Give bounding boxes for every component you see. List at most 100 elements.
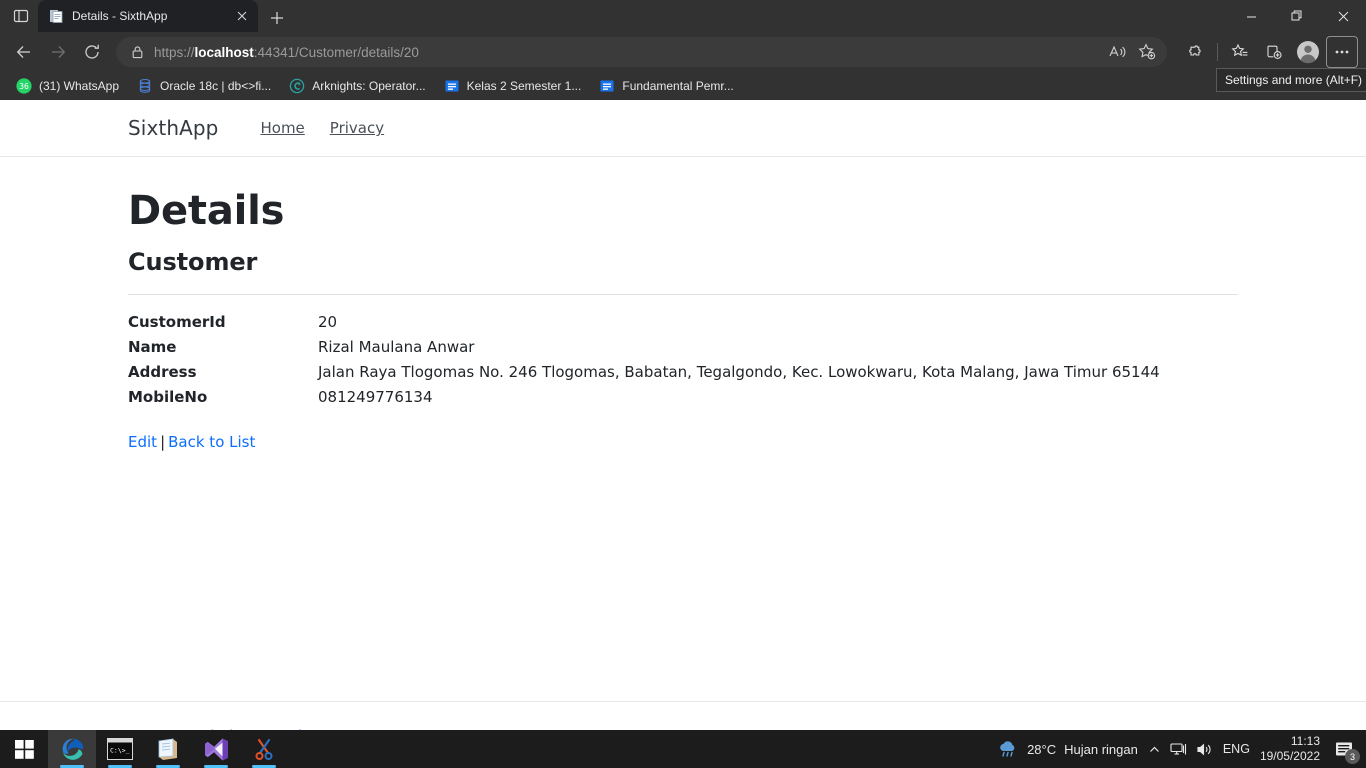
tray-language[interactable]: ENG [1223,742,1250,756]
tab-search-icon[interactable] [4,0,38,32]
notification-center-button[interactable]: 3 [1330,735,1360,764]
browser-tab[interactable]: Details - SixthApp [38,0,258,32]
section-title: Customer [128,248,258,276]
restore-icon[interactable] [1274,0,1320,32]
detail-term: Address [128,363,197,381]
back-to-list-link[interactable]: Back to List [168,433,255,451]
lock-icon[interactable] [128,45,146,59]
google-classroom-icon [444,78,460,94]
url-path: :44341/Customer/details/20 [253,44,419,60]
speaker-icon[interactable] [1196,742,1213,757]
detail-value: 081249776134 [318,388,433,406]
windows-taskbar: C:\>_ 28°C Hujan ringan ENG 11:13 19/05/… [0,730,1366,768]
taskbar-terminal[interactable]: C:\>_ [96,730,144,768]
extensions-puzzle-icon[interactable] [1179,36,1211,68]
site-footer: © 2022 - SixthApp - Privacy [0,701,1366,730]
page-container: Details Customer CustomerId 20 Name Riza… [0,188,1366,451]
taskbar-snipping-tool[interactable] [240,730,288,768]
detail-row-name: Name Rizal Maulana Anwar [128,338,1238,356]
visual-studio-icon [204,737,229,762]
bookmark-label: (31) WhatsApp [39,79,120,93]
arknights-icon [289,78,305,94]
notepad-icon [156,737,180,761]
new-tab-button[interactable] [262,4,292,32]
network-ethernet-icon[interactable] [1170,742,1187,757]
url-scheme: https:// [154,44,195,60]
notification-badge: 3 [1345,749,1360,764]
read-aloud-icon[interactable] [1103,39,1131,65]
toolbar-divider [1217,43,1218,61]
snipping-tool-icon [252,737,276,761]
edit-link[interactable]: Edit [128,433,157,451]
nav-link-home[interactable]: Home [248,111,316,145]
bookmark-label: Kelas 2 Semester 1... [466,79,582,93]
taskbar-notepad[interactable] [144,730,192,768]
detail-term: Name [128,338,177,356]
add-favorite-star-icon[interactable] [1133,39,1161,65]
whatsapp-badge-count: 36 [19,82,29,91]
detail-term: MobileNo [128,388,208,406]
svg-text:C:\>_: C:\>_ [110,747,130,755]
site-nav-links: Home Privacy [248,111,396,145]
clock-date: 19/05/2022 [1259,749,1320,763]
close-icon[interactable] [1320,0,1366,32]
google-classroom-icon [599,78,615,94]
details-list: CustomerId 20 Name Rizal Maulana Anwar A… [128,313,1238,406]
detail-value: Rizal Maulana Anwar [318,338,475,356]
window-controls [1228,0,1366,32]
rain-cloud-icon [997,740,1019,758]
start-button[interactable] [0,730,48,768]
settings-ellipsis-icon[interactable] [1326,36,1358,68]
nav-link-privacy[interactable]: Privacy [318,111,396,145]
detail-value: 20 [318,313,338,331]
detail-row-mobileno: MobileNo 081249776134 [128,388,1238,406]
detail-row-address: Address Jalan Raya Tlogomas No. 246 Tlog… [128,363,1238,381]
collections-icon[interactable] [1258,36,1290,68]
taskbar-weather-widget[interactable]: 28°C Hujan ringan [997,740,1138,758]
favorites-star-list-icon[interactable] [1224,36,1256,68]
bookmark-whatsapp[interactable]: 36 (31) WhatsApp [8,75,127,97]
settings-tooltip: Settings and more (Alt+F) [1216,68,1366,92]
tray-icons [1148,742,1213,757]
bookmark-oracle[interactable]: Oracle 18c | db<>fi... [129,75,279,97]
tab-title: Details - SixthApp [72,9,168,23]
chevron-up-icon[interactable] [1148,743,1161,756]
link-separator: | [160,433,166,451]
windows-start-icon [14,739,34,759]
bookmark-arknights[interactable]: Arknights: Operator... [281,75,433,97]
weather-temperature: 28°C [1027,741,1057,757]
taskbar-clock[interactable]: 11:13 19/05/2022 [1260,734,1320,764]
forward-arrow-icon[interactable] [42,36,74,68]
url-text: https://localhost:44341/Customer/details… [154,45,1095,60]
page-title: Details [128,188,285,234]
whatsapp-icon: 36 [16,78,32,94]
browser-window: Details - SixthApp https://localhost:443… [0,0,1366,730]
system-tray: 28°C Hujan ringan ENG 11:13 19/05/2022 3 [997,734,1366,764]
taskbar-visual-studio[interactable] [192,730,240,768]
tab-strip: Details - SixthApp [0,0,1366,32]
detail-row-customerid: CustomerId 20 [128,313,1238,331]
bookmark-kelas-2[interactable]: Kelas 2 Semester 1... [436,75,590,97]
detail-term: CustomerId [128,313,226,331]
command-prompt-icon: C:\>_ [107,738,133,760]
profile-avatar-icon[interactable] [1292,36,1324,68]
taskbar-edge[interactable] [48,730,96,768]
minimize-icon[interactable] [1228,0,1274,32]
address-bar[interactable]: https://localhost:44341/Customer/details… [116,37,1167,67]
page-viewport: SixthApp Home Privacy Details Customer C… [0,100,1366,730]
refresh-icon[interactable] [76,36,108,68]
browser-toolbar: https://localhost:44341/Customer/details… [0,32,1366,72]
toolbar-right [1175,36,1358,68]
bookmark-label: Fundamental Pemr... [622,79,734,93]
document-icon [48,8,64,24]
address-bar-actions [1103,39,1161,65]
microsoft-edge-icon [59,736,85,762]
tab-close-icon[interactable] [232,6,252,26]
url-host: localhost [194,44,254,60]
site-brand[interactable]: SixthApp [128,116,218,140]
bookmark-fundamental-pemrograman[interactable]: Fundamental Pemr... [591,75,741,97]
clock-time: 11:13 [1290,734,1320,748]
bookmark-label: Oracle 18c | db<>fi... [160,79,272,93]
back-arrow-icon[interactable] [8,36,40,68]
bookmark-label: Arknights: Operator... [312,79,426,93]
